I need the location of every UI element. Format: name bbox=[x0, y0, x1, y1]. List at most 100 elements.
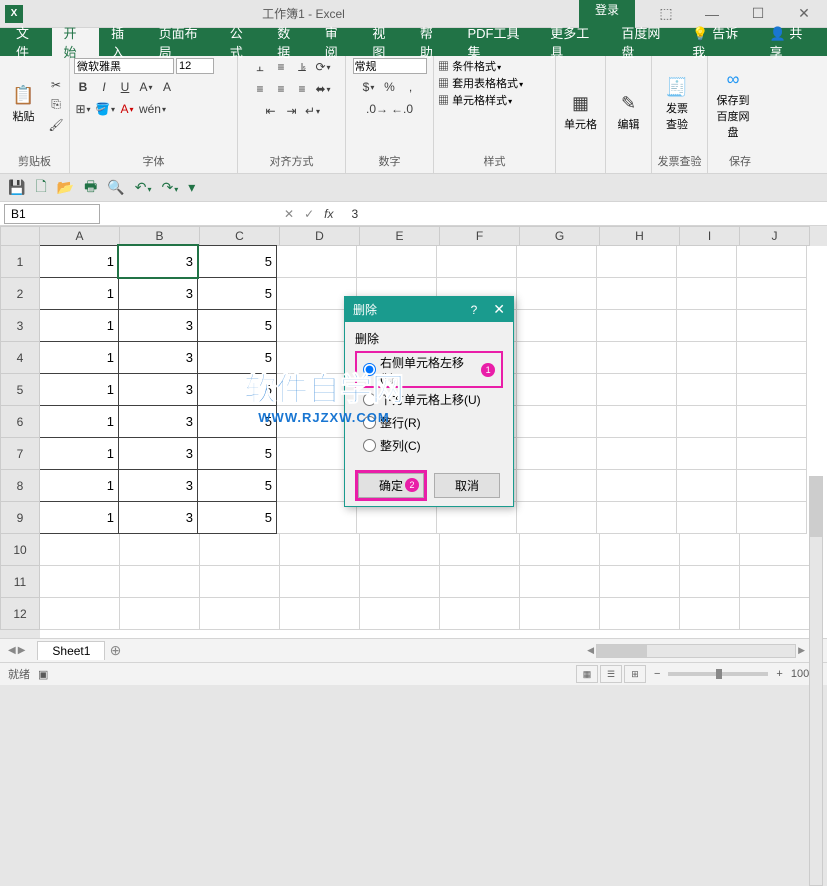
save-icon[interactable]: 💾 bbox=[8, 179, 25, 196]
cell-C3[interactable]: 5 bbox=[197, 309, 277, 342]
cell-B2[interactable]: 3 bbox=[118, 277, 198, 310]
sheet-tab-1[interactable]: Sheet1 bbox=[37, 641, 105, 660]
zoom-out-icon[interactable]: − bbox=[654, 668, 660, 680]
col-header-J[interactable]: J bbox=[740, 226, 810, 246]
cell-C12[interactable] bbox=[200, 598, 280, 630]
open-icon[interactable]: 📂 bbox=[57, 179, 74, 196]
cell-H11[interactable] bbox=[600, 566, 680, 598]
decimal-dec-icon[interactable]: ←.0 bbox=[391, 100, 413, 118]
cell-A7[interactable]: 1 bbox=[40, 437, 119, 470]
cancel-fx-icon[interactable]: ✕ bbox=[284, 207, 294, 221]
cell-B10[interactable] bbox=[120, 534, 200, 566]
cell-J2[interactable] bbox=[737, 278, 807, 310]
cell-D1[interactable] bbox=[277, 246, 357, 278]
menu-公式[interactable]: 公式 bbox=[218, 28, 266, 56]
cell-A5[interactable]: 1 bbox=[40, 373, 119, 406]
col-header-H[interactable]: H bbox=[600, 226, 680, 246]
row-header-11[interactable]: 11 bbox=[0, 566, 40, 598]
cell-I11[interactable] bbox=[680, 566, 740, 598]
indent-inc-icon[interactable]: ⇥ bbox=[283, 102, 301, 120]
cell-G1[interactable] bbox=[517, 246, 597, 278]
merge-icon[interactable]: ⬌ bbox=[314, 80, 332, 98]
cell-B4[interactable]: 3 bbox=[118, 341, 198, 374]
font-color-button[interactable]: A bbox=[118, 100, 136, 118]
cell-I6[interactable] bbox=[677, 406, 737, 438]
fx-icon[interactable]: fx bbox=[324, 207, 333, 221]
wrap-icon[interactable]: ↵ bbox=[304, 102, 322, 120]
dialog-help-icon[interactable]: ? bbox=[471, 303, 478, 317]
paste-button[interactable]: 📋 粘贴 bbox=[4, 85, 43, 124]
cell-H3[interactable] bbox=[597, 310, 677, 342]
decimal-inc-icon[interactable]: .0→ bbox=[366, 100, 388, 118]
font-name-select[interactable] bbox=[74, 58, 174, 74]
comma-icon[interactable]: , bbox=[402, 78, 420, 96]
zoom-in-icon[interactable]: + bbox=[776, 668, 782, 680]
invoice-check-button[interactable]: 🧾 发票 查验 bbox=[656, 77, 698, 132]
menu-文件[interactable]: 文件 bbox=[4, 28, 52, 56]
add-sheet-button[interactable]: ⊕ bbox=[105, 642, 125, 659]
cell-C10[interactable] bbox=[200, 534, 280, 566]
cell-I3[interactable] bbox=[677, 310, 737, 342]
qat-customize-icon[interactable]: ▾ bbox=[188, 179, 195, 196]
cell-H10[interactable] bbox=[600, 534, 680, 566]
macro-record-icon[interactable]: ▣ bbox=[38, 668, 48, 681]
cell-G3[interactable] bbox=[517, 310, 597, 342]
cell-E1[interactable] bbox=[357, 246, 437, 278]
cell-I7[interactable] bbox=[677, 438, 737, 470]
cell-H8[interactable] bbox=[597, 470, 677, 502]
cell-A11[interactable] bbox=[40, 566, 120, 598]
phonetic-button[interactable]: wén bbox=[139, 100, 166, 118]
formula-value[interactable]: 3 bbox=[351, 207, 358, 221]
number-format-select[interactable] bbox=[353, 58, 427, 74]
cell-G12[interactable] bbox=[520, 598, 600, 630]
cell-D12[interactable] bbox=[280, 598, 360, 630]
cell-B12[interactable] bbox=[120, 598, 200, 630]
align-left-icon[interactable]: ≡ bbox=[251, 80, 269, 98]
cell-G7[interactable] bbox=[517, 438, 597, 470]
col-header-B[interactable]: B bbox=[120, 226, 200, 246]
align-bottom-icon[interactable]: ⫡ bbox=[293, 58, 311, 76]
cell-G11[interactable] bbox=[520, 566, 600, 598]
row-header-1[interactable]: 1 bbox=[0, 246, 40, 278]
cell-H6[interactable] bbox=[597, 406, 677, 438]
font-grow-icon[interactable]: A bbox=[137, 78, 155, 96]
cell-F1[interactable] bbox=[437, 246, 517, 278]
col-header-A[interactable]: A bbox=[40, 226, 120, 246]
cell-G2[interactable] bbox=[517, 278, 597, 310]
editing-button[interactable]: ✎ 编辑 bbox=[610, 93, 647, 132]
row-header-7[interactable]: 7 bbox=[0, 438, 40, 470]
cell-C9[interactable]: 5 bbox=[197, 501, 277, 534]
font-shrink-icon[interactable]: A bbox=[158, 78, 176, 96]
cell-H5[interactable] bbox=[597, 374, 677, 406]
row-header-6[interactable]: 6 bbox=[0, 406, 40, 438]
cell-F12[interactable] bbox=[440, 598, 520, 630]
col-header-C[interactable]: C bbox=[200, 226, 280, 246]
col-header-E[interactable]: E bbox=[360, 226, 440, 246]
menu-审阅[interactable]: 审阅 bbox=[313, 28, 361, 56]
cancel-button[interactable]: 取消 bbox=[434, 473, 500, 498]
radio-entire-row[interactable]: 整行(R) bbox=[355, 411, 503, 434]
menu-视图[interactable]: 视图 bbox=[360, 28, 408, 56]
cell-J6[interactable] bbox=[737, 406, 807, 438]
menu-开始[interactable]: 开始 bbox=[52, 28, 100, 56]
menu-插入[interactable]: 插入 bbox=[99, 28, 147, 56]
cell-G6[interactable] bbox=[517, 406, 597, 438]
new-icon[interactable]: 🗋 bbox=[35, 176, 46, 200]
cell-C1[interactable]: 5 bbox=[197, 245, 277, 278]
menu-数据[interactable]: 数据 bbox=[265, 28, 313, 56]
row-header-5[interactable]: 5 bbox=[0, 374, 40, 406]
cell-I5[interactable] bbox=[677, 374, 737, 406]
menu-百度网盘[interactable]: 百度网盘 bbox=[609, 28, 680, 56]
cell-E10[interactable] bbox=[360, 534, 440, 566]
row-header-8[interactable]: 8 bbox=[0, 470, 40, 502]
menu-帮助[interactable]: 帮助 bbox=[408, 28, 456, 56]
percent-icon[interactable]: % bbox=[381, 78, 399, 96]
cell-A10[interactable] bbox=[40, 534, 120, 566]
dialog-close-icon[interactable]: ✕ bbox=[493, 301, 505, 318]
cell-C8[interactable]: 5 bbox=[197, 469, 277, 502]
format-painter-icon[interactable]: 🖌 bbox=[47, 116, 65, 134]
radio-shift-left-input[interactable] bbox=[363, 363, 376, 376]
align-middle-icon[interactable]: ≡ bbox=[272, 58, 290, 76]
cell-C6[interactable]: 5 bbox=[197, 405, 277, 438]
orientation-icon[interactable]: ⟳ bbox=[314, 58, 332, 76]
